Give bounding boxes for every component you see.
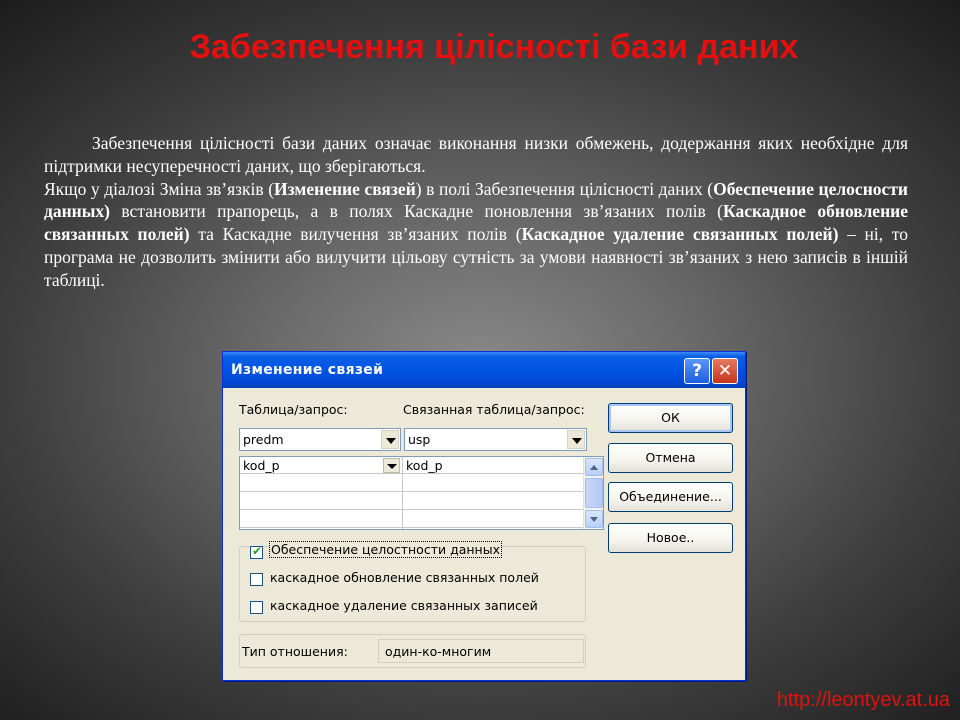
close-icon: ✕ (717, 361, 733, 381)
slide-title: Забезпечення цілісності бази даних (189, 28, 799, 66)
cascade-update-checkbox[interactable] (250, 573, 263, 586)
join-type-button[interactable]: Объединение... (608, 482, 733, 512)
scroll-up-icon[interactable] (585, 458, 603, 476)
dialog-titlebar[interactable]: Изменение связей ? ✕ (223, 352, 745, 388)
cascade-update-label[interactable]: каскадное обновление связанных полей (270, 570, 539, 585)
relationship-type-label: Тип отношения: (242, 644, 348, 659)
cascade-delete-checkbox[interactable] (250, 601, 263, 614)
table-row[interactable] (240, 493, 585, 510)
grid-cell-left[interactable]: kod_p (243, 458, 280, 473)
chevron-down-icon[interactable] (567, 430, 585, 449)
enforce-integrity-checkbox[interactable] (250, 544, 263, 559)
edit-relationships-dialog: Изменение связей ? ✕ Таблица/запрос: Свя… (222, 351, 746, 681)
p2-text-4: та Каскадне вилучення зв’язаних полів ( (189, 224, 522, 245)
grid-cell-right[interactable]: kod_p (406, 458, 443, 473)
footer-url[interactable]: http://leontyev.at.ua (777, 689, 950, 712)
table-query-combo[interactable]: predm (239, 428, 401, 451)
table-row[interactable]: kod_p kod_p (240, 457, 585, 474)
fields-grid[interactable]: kod_p kod_p (239, 456, 604, 530)
related-table-value: usp (408, 432, 431, 447)
table-query-value: predm (243, 432, 284, 447)
dialog-title: Изменение связей (231, 362, 384, 378)
p2-bold-4: Каскадное удаление связанных полей) (521, 224, 839, 245)
p2-bold-1: Изменение связей (274, 178, 416, 199)
grid-scrollbar[interactable] (583, 457, 603, 529)
p2-text-1: Якщо у діалозі Зміна зв’язків ( (44, 178, 275, 199)
cascade-delete-label[interactable]: каскадное удаление связанных записей (270, 598, 538, 613)
help-icon: ? (692, 361, 702, 381)
relationship-type-box: Тип отношения: один-ко-многим (239, 634, 586, 668)
table-row[interactable] (240, 475, 585, 492)
enforce-integrity-label[interactable]: Обеспечение целостности данных (269, 541, 502, 558)
scroll-thumb[interactable] (585, 478, 603, 508)
cancel-button[interactable]: Отмена (608, 443, 733, 473)
p2-text-2: ) в полі Забезпечення цілісності даних ( (415, 178, 714, 199)
table-row[interactable] (240, 511, 585, 528)
body-paragraph-1: Забезпечення цілісності бази даних означ… (44, 133, 908, 176)
chevron-down-icon[interactable] (383, 458, 400, 473)
relationship-type-value: один-ко-многим (378, 639, 584, 663)
close-button[interactable]: ✕ (712, 358, 738, 384)
integrity-options-group: Обеспечение целостности данных каскадное… (239, 541, 586, 622)
scroll-down-icon[interactable] (585, 510, 603, 528)
p2-text-3: встановити прапорець, а в полях Каскадне… (110, 201, 723, 222)
slide-body-text: Забезпечення цілісності бази даних означ… (44, 132, 908, 292)
ok-button[interactable]: ОК (608, 403, 733, 433)
body-paragraph-2: Якщо у діалозі Зміна зв’язків (Изменение… (44, 178, 908, 292)
related-table-combo[interactable]: usp (404, 428, 587, 451)
new-relation-button[interactable]: Новое.. (608, 523, 733, 553)
table-query-label: Таблица/запрос: (239, 402, 348, 417)
help-button[interactable]: ? (684, 358, 710, 384)
chevron-down-icon[interactable] (381, 430, 399, 449)
related-table-label: Связанная таблица/запрос: (403, 402, 585, 417)
